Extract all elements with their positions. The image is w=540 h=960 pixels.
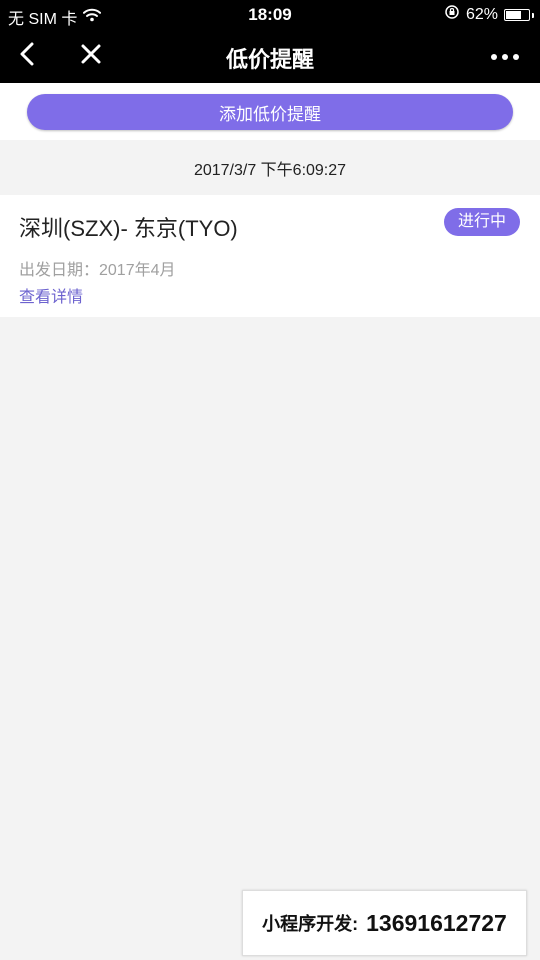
page-title: 低价提醒 bbox=[225, 47, 314, 72]
price-alert-card: 深圳(SZX)- 东京(TYO) 进行中 出发日期：2017年4月 查看详情 bbox=[0, 195, 540, 317]
battery-percent: 62% bbox=[465, 5, 498, 23]
contact-phone: 13691612727 bbox=[366, 909, 507, 936]
status-right: 62% bbox=[444, 4, 534, 25]
nav-bar: 低价提醒 bbox=[0, 30, 540, 83]
battery-fill bbox=[506, 10, 521, 19]
timestamp: 2017/3/7 下午6:09:27 bbox=[193, 162, 347, 179]
departure-date: 出发日期：2017年4月 bbox=[19, 262, 176, 279]
status-badge: 进行中 bbox=[444, 208, 520, 236]
route-title: 深圳(SZX)- 东京(TYO) bbox=[19, 216, 238, 241]
status-bar: 无 SIM 卡 18:09 62% bbox=[0, 0, 540, 30]
add-low-price-alert-button[interactable]: 添加低价提醒 bbox=[27, 94, 513, 130]
add-section: 添加低价提醒 bbox=[0, 83, 540, 140]
more-icon bbox=[490, 48, 520, 66]
battery-icon bbox=[504, 8, 534, 21]
view-details-link[interactable]: 查看详情 bbox=[19, 283, 83, 307]
orientation-lock-icon bbox=[444, 4, 460, 25]
contact-box: 小程序开发: 13691612727 bbox=[242, 890, 527, 956]
contact-label: 小程序开发: bbox=[262, 914, 359, 934]
more-button[interactable] bbox=[488, 30, 522, 83]
